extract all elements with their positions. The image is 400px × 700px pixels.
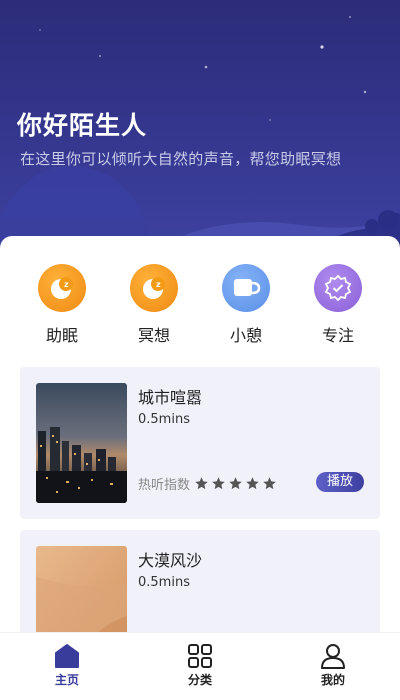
category-nap[interactable]: 小憩 xyxy=(206,264,286,346)
tab-category[interactable]: 分类 xyxy=(160,643,240,688)
moon-sleep-icon: z xyxy=(38,264,86,312)
category-focus[interactable]: 专注 xyxy=(298,264,378,346)
category-row: z 助眠 z 冥想 小憩 专注 xyxy=(0,264,400,346)
sound-card[interactable]: 城市喧嚣 0.5mins 热听指数 播放 xyxy=(20,367,380,519)
page-subtitle: 在这里你可以倾听大自然的声音，帮您助眠冥想 xyxy=(20,150,342,168)
home-icon xyxy=(55,644,79,668)
category-label: 助眠 xyxy=(45,326,78,345)
tab-label: 我的 xyxy=(320,673,345,687)
tab-mine[interactable]: 我的 xyxy=(293,643,373,688)
star-icon xyxy=(263,477,276,490)
play-button[interactable]: 播放 xyxy=(316,472,364,492)
cup-icon xyxy=(222,264,270,312)
tab-label: 分类 xyxy=(187,673,212,687)
star-rating xyxy=(194,476,279,491)
page-title: 你好陌生人 xyxy=(17,111,148,140)
focus-badge-icon xyxy=(314,264,362,312)
category-label: 专注 xyxy=(321,326,354,345)
star-icon xyxy=(229,477,242,490)
user-icon xyxy=(321,644,345,669)
tab-label: 主页 xyxy=(54,673,79,687)
star-icon xyxy=(212,477,225,490)
grid-icon xyxy=(188,644,212,668)
sound-duration: 0.5mins xyxy=(138,412,190,427)
sound-title: 城市喧嚣 xyxy=(138,388,203,407)
category-sleep[interactable]: z 助眠 xyxy=(22,264,102,346)
hero-banner: 你好陌生人 在这里你可以倾听大自然的声音，帮您助眠冥想 xyxy=(0,0,400,270)
popularity-label: 热听指数 xyxy=(138,478,191,493)
svg-text:z: z xyxy=(64,280,69,289)
star-icon xyxy=(195,477,208,490)
city-night-image xyxy=(36,383,127,503)
bottom-tab-bar: 主页 分类 我的 xyxy=(0,632,400,700)
category-label: 小憩 xyxy=(229,326,262,345)
svg-text:z: z xyxy=(156,280,161,289)
category-label: 冥想 xyxy=(137,326,170,345)
moon-meditate-icon: z xyxy=(130,264,178,312)
sound-duration: 0.5mins xyxy=(138,575,190,590)
sound-title: 大漠风沙 xyxy=(138,551,203,570)
category-meditate[interactable]: z 冥想 xyxy=(114,264,194,346)
star-icon xyxy=(246,477,259,490)
popularity-rating: 热听指数 xyxy=(138,474,279,493)
tab-home[interactable]: 主页 xyxy=(27,643,107,688)
